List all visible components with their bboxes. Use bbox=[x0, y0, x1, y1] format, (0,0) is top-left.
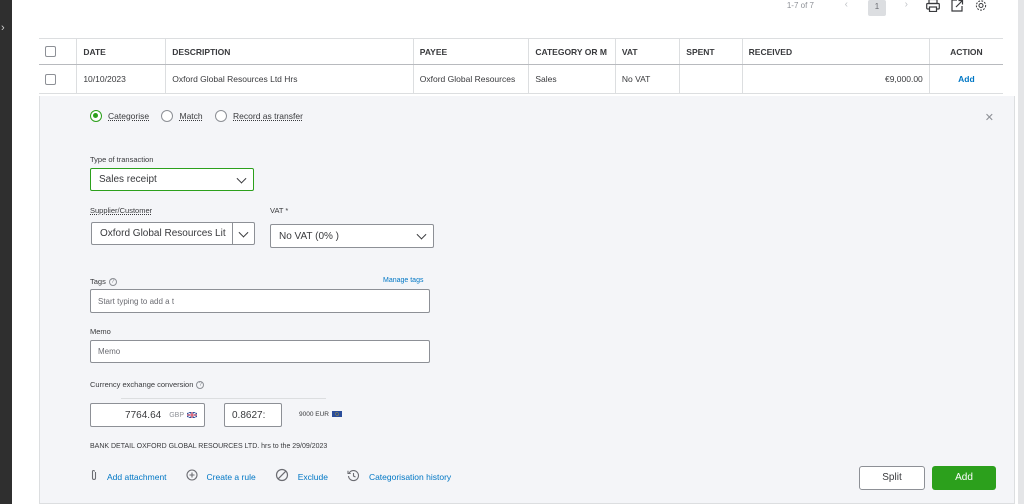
radio-match[interactable]: Match bbox=[161, 110, 203, 122]
exclude-label: Exclude bbox=[297, 471, 328, 482]
radio-transfer-label: Record as transfer bbox=[233, 111, 303, 121]
tags-label: Tags? bbox=[90, 277, 117, 287]
row-date: 10/10/2023 bbox=[76, 64, 166, 94]
row-category: Sales bbox=[528, 64, 616, 94]
transaction-type-select[interactable]: Sales receipt bbox=[90, 168, 254, 191]
row-checkbox[interactable] bbox=[45, 73, 56, 85]
currency-exchange-label: Currency exchange conversion? bbox=[90, 380, 205, 390]
add-attachment-label: Add attachment bbox=[107, 471, 167, 482]
next-page-icon[interactable]: › bbox=[905, 0, 908, 10]
categorisation-history-link[interactable]: Categorisation history bbox=[347, 469, 451, 485]
history-icon bbox=[347, 469, 360, 485]
vat-label: VAT * bbox=[270, 206, 289, 215]
exchange-rate-input[interactable]: 0.8627: bbox=[224, 403, 282, 427]
radio-match-label: Match bbox=[179, 111, 203, 121]
exchange-rate-value: 0.8627: bbox=[232, 409, 266, 421]
create-rule-link[interactable]: Create a rule bbox=[185, 469, 256, 484]
info-icon[interactable]: ? bbox=[108, 278, 117, 287]
row-vat: No VAT bbox=[614, 64, 680, 94]
block-icon bbox=[275, 468, 289, 485]
row-checkbox-cell bbox=[39, 64, 77, 94]
amount-value: 7764.64 bbox=[125, 409, 162, 421]
type-of-transaction-label: Type of transaction bbox=[90, 155, 154, 164]
prev-page-icon[interactable]: ‹ bbox=[845, 0, 848, 10]
radio-dot-selected[interactable] bbox=[90, 110, 102, 122]
column-header-spent[interactable]: SPENT bbox=[679, 38, 743, 65]
column-header-vat[interactable]: VAT bbox=[614, 38, 680, 65]
close-icon[interactable]: ✕ bbox=[985, 111, 994, 124]
add-button[interactable]: Add bbox=[932, 466, 996, 490]
transaction-type-value: Sales receipt bbox=[99, 174, 157, 185]
column-header-payee[interactable]: PAYEE bbox=[412, 38, 529, 65]
scrollbar-track[interactable] bbox=[1018, 0, 1024, 504]
radio-dot[interactable] bbox=[215, 110, 228, 122]
table-header-row: DATE DESCRIPTION PAYEE CATEGORY OR M VAT… bbox=[39, 38, 1003, 65]
eu-flag-icon bbox=[332, 411, 342, 418]
tags-placeholder: Start typing to add a t bbox=[98, 296, 175, 306]
paperclip-icon bbox=[90, 469, 98, 484]
tags-label-text: Tags bbox=[90, 277, 106, 286]
radio-categorise-label: Categorise bbox=[108, 111, 150, 121]
manage-tags-link[interactable]: Manage tags bbox=[383, 277, 423, 284]
exclude-link[interactable]: Exclude bbox=[275, 468, 328, 485]
table-row[interactable]: 10/10/2023 Oxford Global Resources Ltd H… bbox=[39, 64, 1003, 94]
select-all-checkbox[interactable] bbox=[45, 46, 56, 58]
chevron-down-icon bbox=[236, 173, 247, 184]
divider bbox=[121, 398, 326, 399]
column-header-category[interactable]: CATEGORY OR M bbox=[528, 38, 616, 65]
transactions-table: DATE DESCRIPTION PAYEE CATEGORY OR M VAT… bbox=[39, 38, 1003, 94]
bank-detail-text: BANK DETAIL OXFORD GLOBAL RESOURCES LTD.… bbox=[90, 443, 328, 450]
tags-input[interactable]: Start typing to add a t bbox=[90, 289, 430, 313]
radio-dot[interactable] bbox=[161, 110, 174, 122]
create-rule-label: Create a rule bbox=[206, 471, 256, 482]
supplier-customer-value: Oxford Global Resources Lit bbox=[100, 228, 226, 239]
page-number-button[interactable]: 1 bbox=[868, 0, 886, 16]
left-rail: › bbox=[0, 0, 12, 504]
column-header-action: ACTION bbox=[928, 38, 1003, 65]
radio-record-transfer[interactable]: Record as transfer bbox=[215, 110, 303, 122]
column-header-description[interactable]: DESCRIPTION bbox=[165, 38, 414, 65]
top-toolbar: 1-7 of 7 ‹ 1 › bbox=[12, 0, 1012, 16]
memo-input[interactable]: Memo bbox=[90, 340, 430, 363]
column-header-date[interactable]: DATE bbox=[76, 38, 166, 65]
split-button[interactable]: Split bbox=[859, 466, 925, 490]
vat-select[interactable]: No VAT (0% ) bbox=[270, 224, 434, 248]
uk-flag-icon bbox=[187, 412, 197, 418]
plus-circle-icon bbox=[185, 469, 198, 484]
select-all-cell bbox=[39, 38, 77, 65]
add-attachment-link[interactable]: Add attachment bbox=[90, 469, 167, 484]
pagination-range: 1-7 of 7 bbox=[786, 1, 814, 10]
mode-radio-group: Categorise Match Record as transfer bbox=[90, 110, 313, 124]
amount-currency: GBP bbox=[169, 411, 184, 419]
converted-amount-text: 9000 EUR bbox=[299, 411, 329, 418]
settings-gear-icon[interactable] bbox=[974, 0, 990, 13]
row-add-link[interactable]: Add bbox=[958, 74, 975, 84]
categorisation-history-label: Categorisation history bbox=[368, 471, 452, 482]
panel-action-links: Add attachment Create a rule Exclude Cat… bbox=[90, 468, 470, 485]
export-icon[interactable] bbox=[950, 0, 966, 13]
supplier-customer-label: Supplier/Customer bbox=[90, 206, 153, 215]
chevron-down-icon bbox=[416, 229, 427, 240]
column-header-received[interactable]: RECEIVED bbox=[741, 38, 930, 65]
row-received: €9,000.00 bbox=[741, 64, 930, 94]
row-payee: Oxford Global Resources bbox=[412, 64, 529, 94]
radio-categorise[interactable]: Categorise bbox=[90, 110, 149, 122]
amount-input[interactable]: 7764.64 GBP bbox=[90, 403, 205, 427]
row-action-cell: Add bbox=[928, 64, 1003, 94]
supplier-customer-select[interactable]: Oxford Global Resources Lit bbox=[91, 222, 255, 245]
vat-value: No VAT (0% ) bbox=[279, 230, 340, 242]
categorise-panel: Categorise Match Record as transfer ✕ Ty… bbox=[39, 96, 1015, 504]
dropdown-toggle[interactable] bbox=[232, 223, 254, 244]
chevron-right-icon[interactable]: › bbox=[1, 22, 5, 34]
converted-amount: 9000 EUR bbox=[299, 411, 342, 418]
info-icon[interactable]: ? bbox=[196, 381, 205, 390]
main-content: 1-7 of 7 ‹ 1 › DATE DESCRIPTION PAYEE CA… bbox=[12, 0, 1024, 504]
print-icon[interactable] bbox=[926, 0, 942, 13]
currency-exchange-text: Currency exchange conversion bbox=[90, 380, 194, 389]
memo-label: Memo bbox=[90, 327, 111, 336]
memo-placeholder: Memo bbox=[98, 347, 121, 356]
chevron-down-icon bbox=[238, 227, 249, 238]
row-description: Oxford Global Resources Ltd Hrs bbox=[165, 64, 414, 94]
row-spent bbox=[679, 64, 743, 94]
